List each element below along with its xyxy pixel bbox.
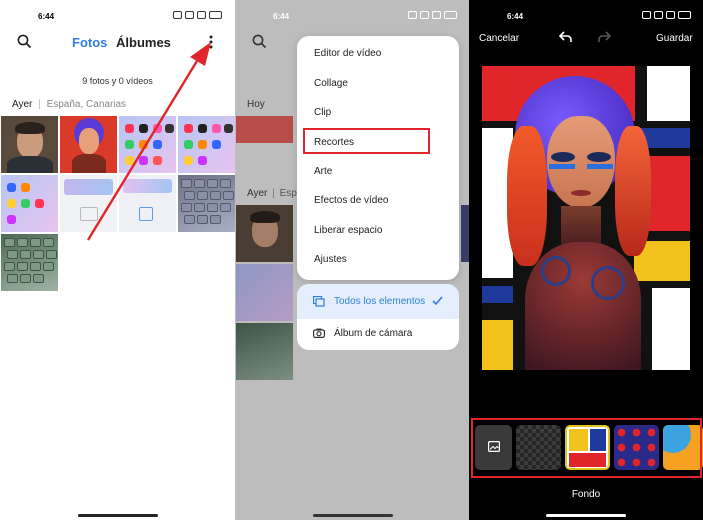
menu-item-efectos-video[interactable]: Efectos de vídeo bbox=[314, 195, 389, 206]
all-items-icon bbox=[313, 296, 325, 307]
check-icon bbox=[432, 296, 443, 306]
menu-item-editor-video[interactable]: Editor de vídeo bbox=[314, 48, 381, 59]
photo-thumb bbox=[236, 323, 293, 380]
menu-item-liberar-espacio[interactable]: Liberar espacio bbox=[314, 225, 382, 236]
home-indicator bbox=[78, 514, 158, 517]
photo-thumb bbox=[236, 264, 293, 321]
status-time: 6:44 bbox=[507, 12, 524, 21]
photo-thumb bbox=[461, 205, 469, 262]
annotation-arrow bbox=[86, 42, 211, 241]
status-icons bbox=[642, 11, 691, 19]
cancel-button[interactable]: Cancelar bbox=[479, 33, 519, 44]
home-indicator bbox=[546, 514, 626, 517]
gallery-screen: 6:44 Fotos Álbumes 9 fotos y 0 vídeos Ay… bbox=[0, 0, 235, 520]
camera-icon bbox=[313, 328, 325, 338]
subject-portrait bbox=[507, 66, 657, 370]
menu-item-ajustes[interactable]: Ajustes bbox=[314, 254, 347, 265]
filter-option-all[interactable]: Todos los elementos bbox=[297, 284, 459, 319]
section-day: Ayer bbox=[247, 188, 268, 199]
status-icons bbox=[408, 11, 457, 19]
section-today: Hoy bbox=[247, 99, 265, 110]
filter-option-camera-label: Álbum de cámara bbox=[334, 328, 413, 339]
menu-item-arte[interactable]: Arte bbox=[314, 166, 332, 177]
overflow-menu: Editor de vídeo Collage Clip Recortes Ar… bbox=[297, 36, 459, 280]
cutout-editor-screen: 6:44 Cancelar Guardar Fondo bbox=[469, 0, 703, 520]
status-time: 6:44 bbox=[273, 12, 290, 21]
annotation-highlight-box bbox=[303, 128, 430, 154]
annotation-highlight-box bbox=[471, 418, 702, 478]
section-yesterday: Ayer | Espa bbox=[247, 188, 303, 199]
menu-item-collage[interactable]: Collage bbox=[314, 78, 348, 89]
filter-menu: Todos los elementos Álbum de cámara bbox=[297, 284, 459, 350]
background-caption: Fondo bbox=[571, 489, 601, 500]
photo-thumb bbox=[236, 116, 293, 143]
save-button[interactable]: Guardar bbox=[656, 33, 693, 44]
photo-thumb bbox=[236, 205, 293, 262]
filter-option-all-label: Todos los elementos bbox=[334, 296, 426, 307]
cutout-canvas[interactable] bbox=[482, 66, 690, 370]
search-icon[interactable] bbox=[252, 34, 267, 49]
home-indicator bbox=[313, 514, 393, 517]
menu-item-clip[interactable]: Clip bbox=[314, 107, 331, 118]
filter-option-camera[interactable]: Álbum de cámara bbox=[297, 319, 459, 350]
undo-icon[interactable] bbox=[559, 31, 573, 43]
redo-icon[interactable] bbox=[597, 31, 611, 43]
